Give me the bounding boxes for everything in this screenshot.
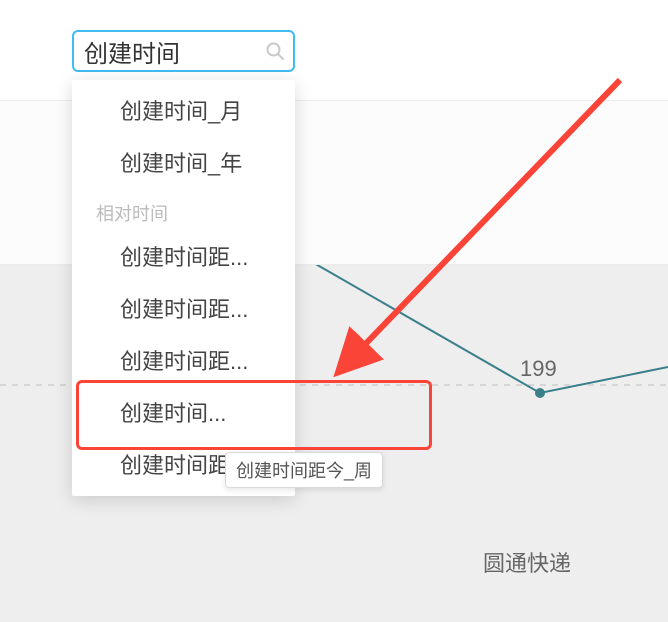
- search-input[interactable]: [84, 37, 257, 65]
- dropdown-item[interactable]: 创建时间_年: [72, 138, 295, 190]
- dropdown-item[interactable]: 创建时间距...: [72, 232, 295, 284]
- dropdown-item-highlighted[interactable]: 创建时间距...: [72, 336, 295, 388]
- x-axis-category-label: 圆通快递: [483, 546, 571, 578]
- dropdown-item[interactable]: 创建时间_月: [72, 86, 295, 138]
- tooltip: 创建时间距今_周: [225, 452, 383, 488]
- dropdown-item[interactable]: 创建时间距...: [72, 284, 295, 336]
- search-input-container[interactable]: [72, 30, 295, 72]
- dropdown-panel: 创建时间_月 创建时间_年 相对时间 创建时间距... 创建时间距... 创建时…: [72, 80, 295, 496]
- search-icon: [265, 41, 285, 61]
- data-point-label: 199: [520, 356, 557, 382]
- dropdown-group-label: 相对时间: [72, 190, 295, 232]
- dropdown-item[interactable]: 创建时间...: [72, 388, 295, 440]
